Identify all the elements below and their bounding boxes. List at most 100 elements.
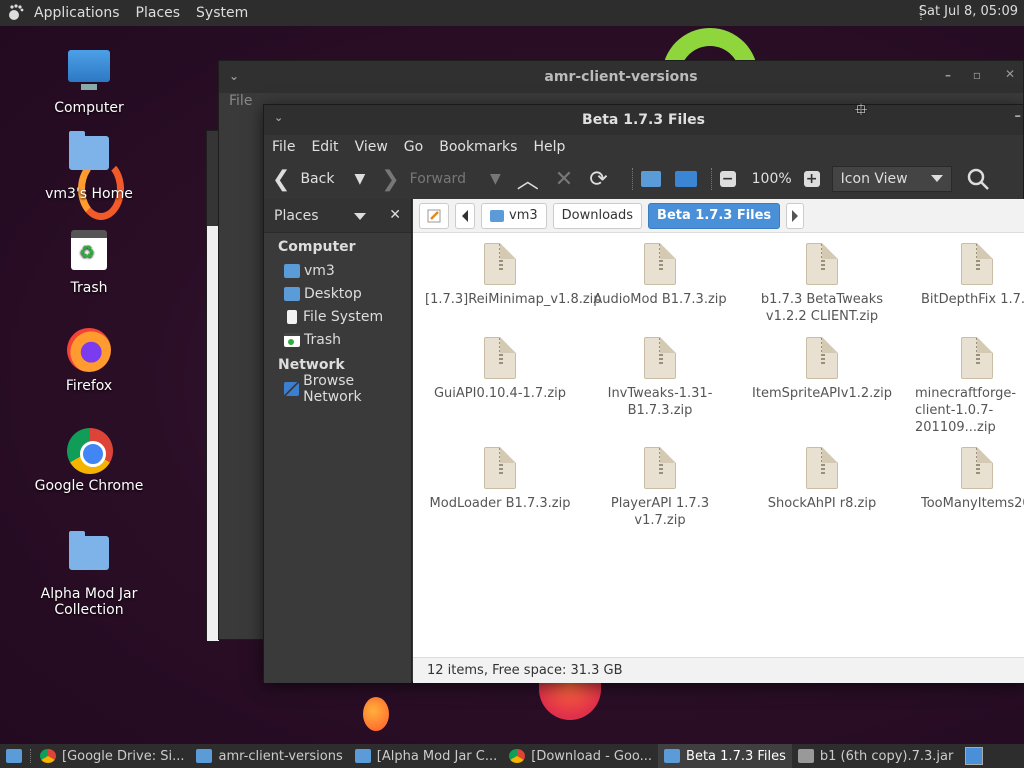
menu-view[interactable]: View: [355, 139, 388, 155]
window-title: amr-client-versions: [544, 69, 698, 85]
file-item[interactable]: ItemSpriteAPIv1.2.zip: [747, 337, 897, 402]
file-item[interactable]: b1.7.3 BetaTweaks v1.2.2 CLIENT.zip: [747, 243, 897, 325]
menu-file[interactable]: File: [229, 93, 252, 109]
file-item[interactable]: AudioMod B1.7.3.zip: [585, 243, 735, 308]
file-manager-window[interactable]: ⌄ Beta 1.7.3 Files – File Edit View Go B…: [263, 104, 1024, 683]
path-scroll-left-button[interactable]: [455, 202, 475, 229]
menu-help[interactable]: Help: [533, 139, 565, 155]
sidebar-item-label: File System: [303, 308, 384, 325]
taskbar-item[interactable]: amr-client-versions: [190, 744, 348, 768]
close-icon[interactable]: ✕: [389, 207, 401, 223]
desktop-icon-label: Computer: [54, 100, 124, 116]
sidebar-item-file-system[interactable]: File System: [264, 305, 411, 328]
sidebar-item-vm3[interactable]: vm3: [264, 259, 411, 282]
file-item[interactable]: PlayerAPI 1.7.3 v1.7.zip: [585, 447, 735, 529]
menu-go[interactable]: Go: [404, 139, 423, 155]
zoom-in-button[interactable]: +: [803, 171, 820, 187]
search-button[interactable]: [966, 167, 990, 191]
taskbar-item[interactable]: [Google Drive: Si...: [34, 744, 190, 768]
sidebar-item-label: Desktop: [304, 285, 362, 302]
desktop-icon-trash[interactable]: Trash: [29, 230, 149, 296]
file-item[interactable]: BitDepthFix 1.7.3...: [907, 243, 1024, 308]
sidebar-item-trash[interactable]: Trash: [264, 328, 411, 351]
file-item[interactable]: GuiAPI0.10.4-1.7.zip: [425, 337, 575, 402]
taskbar-item[interactable]: [Alpha Mod Jar C...: [349, 744, 503, 768]
close-button[interactable]: ✕: [1005, 67, 1015, 81]
edit-location-button[interactable]: [419, 202, 449, 229]
sidebar-header[interactable]: Places ✕: [264, 199, 411, 233]
collapse-icon[interactable]: ⌄: [229, 69, 239, 83]
file-name: minecraftforge-client-1.0.7-201109...zip: [915, 386, 1017, 435]
computer-button[interactable]: [674, 171, 697, 187]
home-button[interactable]: [640, 171, 661, 187]
caret-down-icon: ▼: [489, 171, 501, 187]
file-name: ShockAhPI r8.zip: [767, 496, 877, 511]
stop-button[interactable]: ✕: [555, 167, 583, 192]
taskbar-item-active[interactable]: Beta 1.7.3 Files: [658, 744, 792, 768]
sidebar-item-browse-network[interactable]: Browse Network: [264, 373, 411, 405]
desktop-icon: [6, 749, 22, 763]
path-scroll-right-button[interactable]: [786, 202, 805, 229]
path-segment-vm3[interactable]: vm3: [481, 202, 547, 229]
desktop-icon-home[interactable]: vm3's Home: [29, 130, 149, 202]
collapse-icon[interactable]: ⌄: [274, 111, 283, 124]
search-icon: [967, 168, 989, 190]
desktop-icon-alpha-mod-folder[interactable]: Alpha Mod Jar Collection: [29, 530, 149, 618]
gnome-foot-icon[interactable]: [8, 4, 26, 22]
reload-button[interactable]: ⟳: [589, 167, 617, 192]
file-item[interactable]: [1.7.3]ReiMinimap_v1.8.zip: [425, 243, 602, 308]
show-desktop-button[interactable]: [0, 744, 28, 768]
desktop-icon-firefox[interactable]: Firefox: [29, 328, 149, 394]
menu-bookmarks[interactable]: Bookmarks: [439, 139, 517, 155]
back-button[interactable]: ❮ Back: [272, 167, 334, 192]
desktop-icon-computer[interactable]: Computer: [29, 50, 149, 116]
taskbar-item-label: [Google Drive: Si...: [62, 748, 185, 764]
sidebar-item-desktop[interactable]: Desktop: [264, 282, 411, 305]
file-item[interactable]: InvTweaks-1.31-B1.7.3.zip: [585, 337, 735, 419]
file-item[interactable]: minecraftforge-client-1.0.7-201109...zip: [907, 337, 1024, 436]
folder-icon: [354, 749, 371, 763]
file-grid: [1.7.3]ReiMinimap_v1.8.zip AudioMod B1.7…: [413, 233, 1024, 653]
view-mode-select[interactable]: Icon View: [831, 166, 952, 192]
clock[interactable]: Sat Jul 8, 05:09: [919, 4, 1018, 19]
file-name: AudioMod B1.7.3.zip: [593, 292, 727, 307]
chrome-icon: [40, 749, 56, 763]
file-item[interactable]: ShockAhPI r8.zip: [747, 447, 897, 512]
file-item[interactable]: ModLoader B1.7.3.zip: [425, 447, 575, 512]
file-name: b1.7.3 BetaTweaks v1.2.2 CLIENT.zip: [760, 292, 884, 324]
minimize-button[interactable]: –: [1015, 109, 1022, 124]
jar-file-icon: [797, 749, 814, 763]
trash-icon: [67, 230, 111, 274]
path-segment-downloads[interactable]: Downloads: [552, 202, 643, 229]
firefox-icon: [67, 328, 111, 372]
applications-menu[interactable]: Applications: [34, 5, 120, 21]
trash-icon: [284, 332, 300, 347]
caret-down-icon[interactable]: [354, 213, 366, 220]
back-history-dropdown[interactable]: ▼: [354, 171, 375, 187]
forward-history-dropdown[interactable]: ▼: [490, 171, 511, 187]
window-titlebar[interactable]: ⌄ amr-client-versions – ▫ ✕: [219, 61, 1023, 93]
file-item[interactable]: TooManyItems2011_07_01.zip: [907, 447, 1024, 512]
minimize-button[interactable]: –: [945, 68, 951, 82]
zoom-out-button[interactable]: −: [719, 171, 736, 187]
maximize-button[interactable]: ▫: [973, 68, 981, 82]
taskbar-item[interactable]: b1 (6th copy).7.3.jar: [792, 744, 959, 768]
workspace-switcher[interactable]: [959, 744, 989, 768]
back-label: Back: [300, 171, 335, 187]
places-menu[interactable]: Places: [136, 5, 181, 21]
window-title: Beta 1.7.3 Files: [582, 112, 705, 128]
menu-edit[interactable]: Edit: [311, 139, 338, 155]
file-view[interactable]: vm3 Downloads Beta 1.7.3 Files [1.7.3]Re…: [413, 199, 1024, 683]
desktop-icon-label: vm3's Home: [45, 186, 133, 202]
system-menu[interactable]: System: [196, 5, 248, 21]
window-titlebar[interactable]: ⌄ Beta 1.7.3 Files –: [264, 105, 1023, 135]
home-folder-icon: [640, 171, 661, 187]
desktop-icon-chrome[interactable]: Google Chrome: [29, 428, 149, 494]
taskbar-item[interactable]: [Download - Goo...: [503, 744, 658, 768]
chevron-left-icon: ❮: [272, 166, 291, 192]
forward-button[interactable]: ❯ Forward: [381, 167, 466, 192]
up-button[interactable]: ︿: [517, 163, 549, 195]
menu-file[interactable]: File: [272, 139, 295, 155]
zip-archive-icon: [961, 243, 993, 285]
path-segment-current[interactable]: Beta 1.7.3 Files: [648, 202, 781, 229]
